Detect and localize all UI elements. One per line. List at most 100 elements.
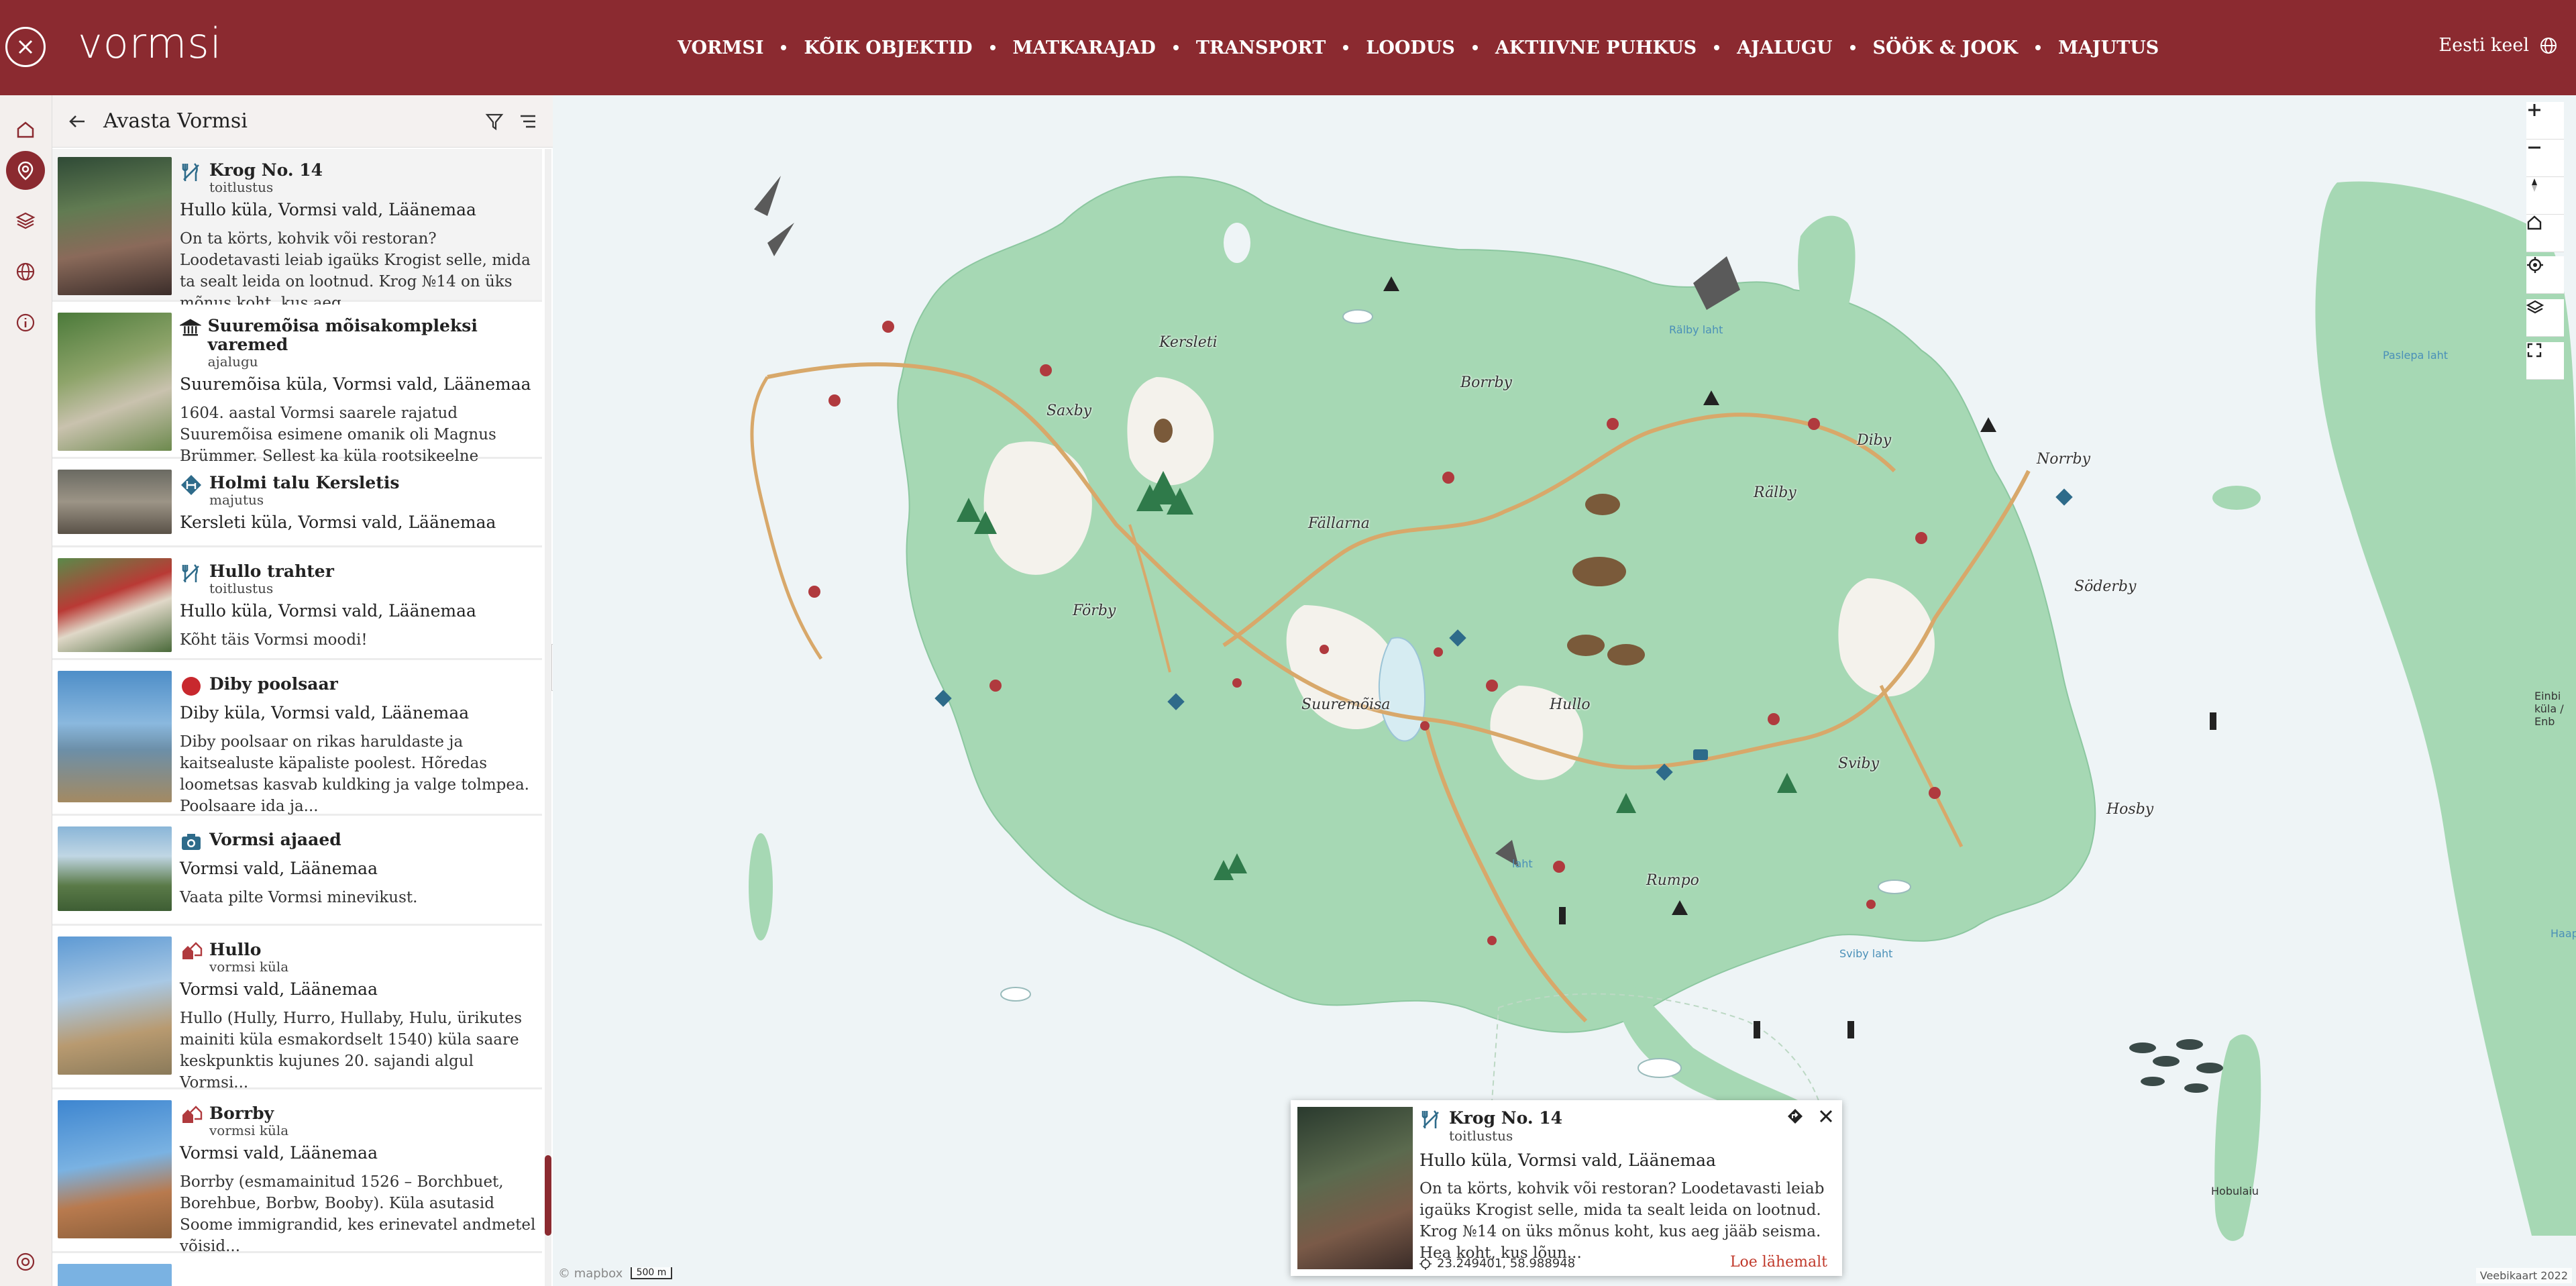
home-icon (17, 121, 34, 138)
directions-button[interactable] (1783, 1104, 1807, 1128)
map-attribution: Veebikaart 2022 (2475, 1268, 2572, 1283)
home-extent-button[interactable] (2526, 215, 2564, 252)
list-scrollbar[interactable] (545, 149, 551, 1286)
layers-button[interactable] (6, 201, 45, 240)
item-title: Hullo trahter (209, 561, 334, 581)
side-rail (0, 95, 52, 1286)
places-button[interactable] (6, 151, 45, 190)
place-label: Hosby (2106, 801, 2154, 818)
nav-transport[interactable]: TRANSPORT (1196, 38, 1326, 58)
logo[interactable]: vormsi (78, 19, 222, 68)
item-location: Suuremõisa küla, Vormsi vald, Läänemaa (180, 374, 531, 394)
nav-vormsi[interactable]: VORMSI (678, 38, 763, 58)
list-item[interactable]: Krog No. 14 toitlustus Hullo küla, Vormsi… (52, 149, 542, 312)
globe-icon (2540, 37, 2557, 54)
place-label: Rumpo (1646, 872, 1699, 889)
web-button[interactable] (6, 252, 45, 291)
nav-koik-objektid[interactable]: KÕIK OBJEKTID (804, 38, 972, 58)
list-item[interactable]: Vormsi ajaaed Vormsi vald, Läänemaa Vaat… (52, 818, 542, 926)
fullscreen-icon (2527, 343, 2542, 358)
place-label: Suuremõisa (1301, 696, 1391, 713)
compass-button[interactable] (2526, 177, 2564, 215)
nav-matkarajad[interactable]: MATKARAJAD (1013, 38, 1156, 58)
lifebuoy-icon (16, 1252, 35, 1271)
locate-icon (2527, 257, 2543, 273)
popup-thumbnail (1297, 1107, 1413, 1269)
item-thumbnail (58, 470, 172, 534)
mapbox-logo[interactable]: © mapbox (558, 1267, 623, 1281)
nav-sook-jook[interactable]: SÖÖK & JOOK (1873, 38, 2018, 58)
place-label: Rälby (1754, 484, 1796, 501)
help-button[interactable] (6, 1242, 45, 1281)
read-more-link[interactable]: Loe lähemalt (1730, 1254, 1827, 1271)
place-label: Norrby (2037, 451, 2091, 468)
item-category: vormsi küla (209, 1122, 289, 1138)
village-icon (182, 1106, 203, 1123)
item-title: Diby poolsaar (209, 674, 338, 694)
popup-location: Hullo küla, Vormsi vald, Läänemaa (1419, 1150, 1716, 1170)
close-button[interactable] (5, 27, 46, 67)
list-item[interactable]: Hullo trahter toitlustus Hullo küla, Vorm… (52, 550, 542, 660)
item-location: Kersleti küla, Vormsi vald, Läänemaa (180, 513, 496, 532)
nav-loodus[interactable]: LOODUS (1366, 38, 1454, 58)
item-thumbnail (58, 558, 172, 652)
panel-header: Avasta Vormsi (52, 95, 553, 148)
list-item[interactable]: Holmi talu Kersletis majutus Kersleti kül… (52, 462, 542, 547)
popup-coordinates: 23.249401, 58.988948 (1419, 1256, 1575, 1271)
village-icon (182, 942, 203, 959)
item-description: On ta körts, kohvik või restoran? Loodet… (180, 230, 531, 312)
list-item[interactable]: Borrby vormsi küla Vormsi vald, Läänemaa … (52, 1092, 542, 1255)
locate-button[interactable] (2526, 256, 2564, 294)
item-title: Holmi talu Kersletis (209, 473, 400, 492)
info-button[interactable] (6, 303, 45, 342)
list-item[interactable]: Diby poolsaar Diby küla, Vormsi vald, Lä… (52, 663, 542, 816)
zoom-in-button[interactable] (2526, 102, 2564, 140)
scrollbar-thumb[interactable] (545, 1155, 551, 1236)
popup-title: Krog No. 14 (1449, 1108, 1563, 1128)
item-thumbnail (58, 936, 172, 1075)
restaurant-icon (1421, 1110, 1439, 1128)
place-label: Söderby (2074, 578, 2137, 595)
info-icon (16, 313, 35, 332)
layers-icon (2526, 300, 2544, 314)
filter-icon[interactable] (484, 111, 504, 131)
item-title: Suuremõisa mõisakompleksi varemed (207, 316, 478, 354)
restaurant-icon (182, 163, 199, 181)
list-item[interactable]: Suuremõisa mõisakompleksi varemed ajalugu… (52, 305, 542, 486)
minus-icon (2528, 146, 2540, 149)
item-description: Diby poolsaar on rikas haruldaste ja kai… (180, 733, 529, 815)
home-button[interactable] (6, 110, 45, 149)
water-label: Sviby laht (1839, 947, 1893, 960)
item-location: Diby küla, Vormsi vald, Läänemaa (180, 703, 470, 722)
list-item[interactable] (52, 1256, 542, 1286)
item-thumbnail (58, 1100, 172, 1238)
scale-bar: 500 m (631, 1267, 672, 1279)
water-label: Rälby laht (1669, 323, 1723, 336)
item-thumbnail (58, 671, 172, 802)
list-item[interactable]: Hullo vormsi küla Vormsi vald, Läänemaa H… (52, 928, 542, 1091)
nav-aktiivne-puhkus[interactable]: AKTIIVNE PUHKUS (1495, 38, 1697, 58)
item-description: Hullo (Hully, Hurro, Hullaby, Hulu, ürik… (180, 1010, 522, 1091)
nav-majutus[interactable]: MAJUTUS (2058, 38, 2159, 58)
nav-ajalugu[interactable]: AJALUGU (1737, 38, 1832, 58)
sort-icon[interactable] (518, 111, 538, 131)
item-location: Hullo küla, Vormsi vald, Läänemaa (180, 200, 476, 219)
place-label: Sviby (1838, 755, 1880, 772)
zoom-out-button[interactable] (2526, 140, 2564, 177)
directions-icon (1788, 1109, 1803, 1124)
language-selector[interactable]: Eesti keel (2438, 35, 2557, 56)
top-bar: vormsi VORMSI KÕIK OBJEKTID MATKARAJAD T… (0, 0, 2576, 95)
place-label: Kersleti (1159, 334, 1218, 351)
item-category: ajalugu (207, 354, 258, 370)
water-label: Hobulaiu (2211, 1185, 2259, 1197)
back-arrow-icon[interactable] (67, 111, 87, 131)
layers-button[interactable] (2526, 299, 2564, 337)
item-thumbnail (58, 1264, 172, 1286)
item-location: Vormsi vald, Läänemaa (180, 979, 378, 999)
item-location: Vormsi vald, Läänemaa (180, 1143, 378, 1163)
fullscreen-button[interactable] (2526, 342, 2564, 380)
museum-icon (180, 319, 201, 336)
poi-popup: Krog No. 14 toitlustus Hullo küla, Vormsi… (1291, 1100, 1842, 1276)
popup-close-button[interactable] (1814, 1104, 1838, 1128)
item-category: toitlustus (209, 580, 274, 596)
